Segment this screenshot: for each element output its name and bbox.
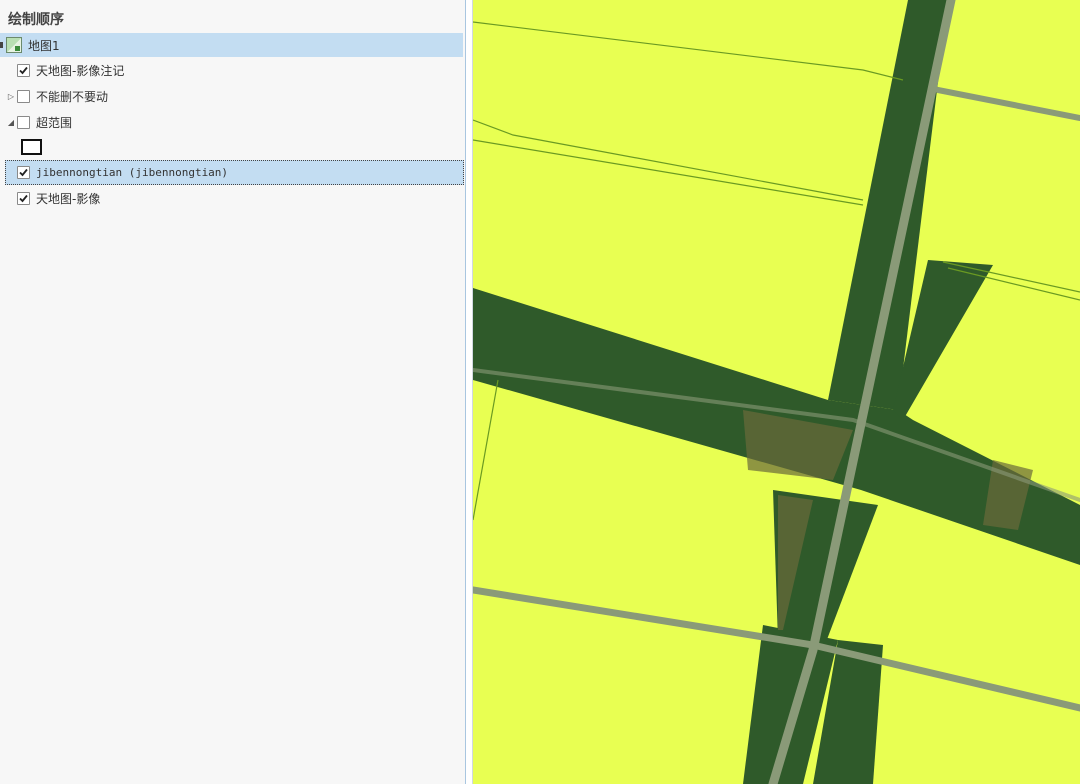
layer-checkbox[interactable]: [17, 191, 30, 205]
tree-item-label: 天地图-影像: [36, 191, 101, 206]
tree-item-map[interactable]: 地图1: [0, 33, 463, 57]
tree-item-group[interactable]: ◢ 超范围: [6, 110, 72, 134]
map-canvas[interactable]: [473, 0, 1080, 784]
tree-item-group[interactable]: ▷ 不能删不要动: [6, 84, 108, 108]
tree-item-label: jibennongtian (jibennongtian): [36, 166, 229, 179]
panel-splitter[interactable]: [465, 0, 473, 784]
tree-item-label: 天地图-影像注记: [36, 63, 125, 78]
layer-checkbox[interactable]: [17, 63, 30, 77]
layer-checkbox[interactable]: [17, 89, 30, 103]
map-view[interactable]: [473, 0, 1080, 784]
tree-item-layer[interactable]: 天地图-影像注记: [17, 58, 124, 82]
tree-item-label: 不能删不要动: [36, 89, 109, 104]
checkmark-icon: [19, 66, 28, 74]
imagery-fields: [473, 0, 1080, 784]
expand-right-icon[interactable]: ▷: [6, 92, 16, 101]
map-icon: [6, 37, 22, 53]
panel-title: 绘制顺序: [8, 12, 64, 28]
layer-checkbox[interactable]: [17, 166, 30, 179]
legend-symbol-swatch: [21, 139, 42, 155]
expander-icon[interactable]: [0, 42, 3, 48]
expand-down-icon[interactable]: ◢: [6, 118, 16, 127]
tree-item-label: 超范围: [36, 115, 73, 130]
checkmark-icon: [19, 194, 28, 202]
tree-item-label: 地图1: [28, 38, 60, 53]
tree-item-layer-selected[interactable]: jibennongtian (jibennongtian): [5, 160, 464, 185]
checkmark-icon: [19, 168, 28, 177]
layer-checkbox[interactable]: [17, 115, 30, 129]
tree-item-layer[interactable]: 天地图-影像: [17, 186, 100, 210]
drawing-order-panel: 绘制顺序 地图1 天地图-影像注记 ▷ 不能删不要动 ◢ 超范围 jibenno…: [0, 0, 465, 784]
